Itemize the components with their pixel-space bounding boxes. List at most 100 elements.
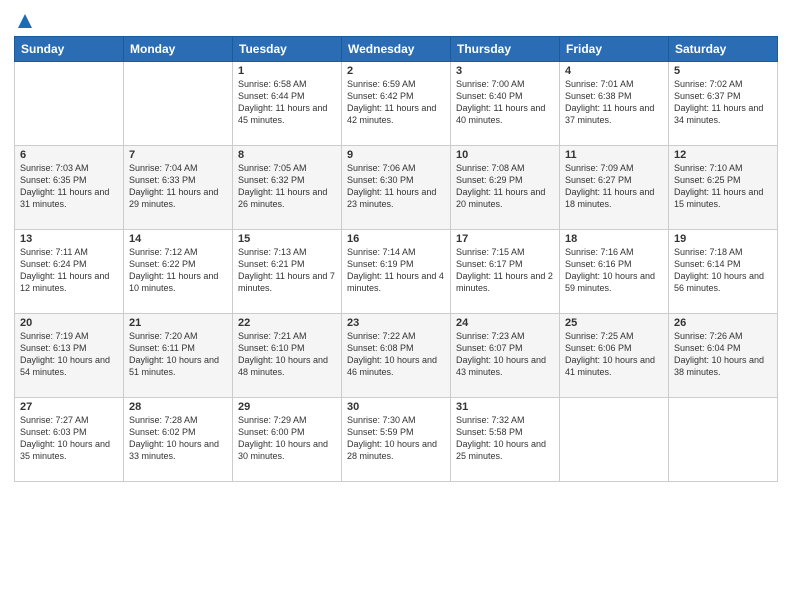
calendar-cell: 21Sunrise: 7:20 AM Sunset: 6:11 PM Dayli… bbox=[124, 314, 233, 398]
day-number: 3 bbox=[456, 65, 554, 77]
calendar-table: SundayMondayTuesdayWednesdayThursdayFrid… bbox=[14, 36, 778, 482]
calendar-cell: 13Sunrise: 7:11 AM Sunset: 6:24 PM Dayli… bbox=[15, 230, 124, 314]
day-info: Sunrise: 7:14 AM Sunset: 6:19 PM Dayligh… bbox=[347, 246, 445, 295]
calendar-cell: 29Sunrise: 7:29 AM Sunset: 6:00 PM Dayli… bbox=[233, 398, 342, 482]
day-info: Sunrise: 7:23 AM Sunset: 6:07 PM Dayligh… bbox=[456, 330, 554, 379]
calendar-cell bbox=[669, 398, 778, 482]
day-info: Sunrise: 7:12 AM Sunset: 6:22 PM Dayligh… bbox=[129, 246, 227, 295]
day-number: 24 bbox=[456, 317, 554, 329]
calendar-cell: 16Sunrise: 7:14 AM Sunset: 6:19 PM Dayli… bbox=[342, 230, 451, 314]
weekday-header-wednesday: Wednesday bbox=[342, 37, 451, 62]
day-info: Sunrise: 7:04 AM Sunset: 6:33 PM Dayligh… bbox=[129, 162, 227, 211]
calendar-cell: 22Sunrise: 7:21 AM Sunset: 6:10 PM Dayli… bbox=[233, 314, 342, 398]
calendar-cell: 12Sunrise: 7:10 AM Sunset: 6:25 PM Dayli… bbox=[669, 146, 778, 230]
calendar-cell bbox=[560, 398, 669, 482]
calendar-cell bbox=[15, 62, 124, 146]
day-info: Sunrise: 7:15 AM Sunset: 6:17 PM Dayligh… bbox=[456, 246, 554, 295]
calendar-cell: 27Sunrise: 7:27 AM Sunset: 6:03 PM Dayli… bbox=[15, 398, 124, 482]
day-number: 25 bbox=[565, 317, 663, 329]
weekday-header-thursday: Thursday bbox=[451, 37, 560, 62]
calendar-cell bbox=[124, 62, 233, 146]
weekday-header-sunday: Sunday bbox=[15, 37, 124, 62]
day-info: Sunrise: 7:30 AM Sunset: 5:59 PM Dayligh… bbox=[347, 414, 445, 463]
day-number: 8 bbox=[238, 149, 336, 161]
day-info: Sunrise: 6:59 AM Sunset: 6:42 PM Dayligh… bbox=[347, 78, 445, 127]
day-number: 22 bbox=[238, 317, 336, 329]
day-number: 11 bbox=[565, 149, 663, 161]
calendar-cell: 24Sunrise: 7:23 AM Sunset: 6:07 PM Dayli… bbox=[451, 314, 560, 398]
day-info: Sunrise: 7:26 AM Sunset: 6:04 PM Dayligh… bbox=[674, 330, 772, 379]
day-number: 2 bbox=[347, 65, 445, 77]
calendar-cell: 11Sunrise: 7:09 AM Sunset: 6:27 PM Dayli… bbox=[560, 146, 669, 230]
calendar-week-3: 13Sunrise: 7:11 AM Sunset: 6:24 PM Dayli… bbox=[15, 230, 778, 314]
calendar-cell: 31Sunrise: 7:32 AM Sunset: 5:58 PM Dayli… bbox=[451, 398, 560, 482]
day-info: Sunrise: 7:02 AM Sunset: 6:37 PM Dayligh… bbox=[674, 78, 772, 127]
calendar-cell: 26Sunrise: 7:26 AM Sunset: 6:04 PM Dayli… bbox=[669, 314, 778, 398]
calendar-week-4: 20Sunrise: 7:19 AM Sunset: 6:13 PM Dayli… bbox=[15, 314, 778, 398]
day-number: 29 bbox=[238, 401, 336, 413]
day-number: 1 bbox=[238, 65, 336, 77]
weekday-header-monday: Monday bbox=[124, 37, 233, 62]
calendar-cell: 28Sunrise: 7:28 AM Sunset: 6:02 PM Dayli… bbox=[124, 398, 233, 482]
day-number: 17 bbox=[456, 233, 554, 245]
calendar-week-2: 6Sunrise: 7:03 AM Sunset: 6:35 PM Daylig… bbox=[15, 146, 778, 230]
calendar-week-1: 1Sunrise: 6:58 AM Sunset: 6:44 PM Daylig… bbox=[15, 62, 778, 146]
day-info: Sunrise: 7:20 AM Sunset: 6:11 PM Dayligh… bbox=[129, 330, 227, 379]
day-info: Sunrise: 7:32 AM Sunset: 5:58 PM Dayligh… bbox=[456, 414, 554, 463]
day-info: Sunrise: 7:21 AM Sunset: 6:10 PM Dayligh… bbox=[238, 330, 336, 379]
day-info: Sunrise: 7:18 AM Sunset: 6:14 PM Dayligh… bbox=[674, 246, 772, 295]
day-info: Sunrise: 7:00 AM Sunset: 6:40 PM Dayligh… bbox=[456, 78, 554, 127]
day-info: Sunrise: 7:19 AM Sunset: 6:13 PM Dayligh… bbox=[20, 330, 118, 379]
weekday-header-tuesday: Tuesday bbox=[233, 37, 342, 62]
calendar-cell: 2Sunrise: 6:59 AM Sunset: 6:42 PM Daylig… bbox=[342, 62, 451, 146]
day-info: Sunrise: 7:05 AM Sunset: 6:32 PM Dayligh… bbox=[238, 162, 336, 211]
day-number: 30 bbox=[347, 401, 445, 413]
day-number: 20 bbox=[20, 317, 118, 329]
page-container: SundayMondayTuesdayWednesdayThursdayFrid… bbox=[0, 0, 792, 490]
day-number: 31 bbox=[456, 401, 554, 413]
day-number: 23 bbox=[347, 317, 445, 329]
calendar-cell: 4Sunrise: 7:01 AM Sunset: 6:38 PM Daylig… bbox=[560, 62, 669, 146]
calendar-cell: 20Sunrise: 7:19 AM Sunset: 6:13 PM Dayli… bbox=[15, 314, 124, 398]
calendar-cell: 1Sunrise: 6:58 AM Sunset: 6:44 PM Daylig… bbox=[233, 62, 342, 146]
day-info: Sunrise: 7:06 AM Sunset: 6:30 PM Dayligh… bbox=[347, 162, 445, 211]
day-number: 28 bbox=[129, 401, 227, 413]
day-info: Sunrise: 7:28 AM Sunset: 6:02 PM Dayligh… bbox=[129, 414, 227, 463]
calendar-cell: 25Sunrise: 7:25 AM Sunset: 6:06 PM Dayli… bbox=[560, 314, 669, 398]
day-number: 10 bbox=[456, 149, 554, 161]
day-number: 18 bbox=[565, 233, 663, 245]
logo-icon bbox=[16, 12, 34, 30]
day-info: Sunrise: 7:01 AM Sunset: 6:38 PM Dayligh… bbox=[565, 78, 663, 127]
day-number: 15 bbox=[238, 233, 336, 245]
day-info: Sunrise: 6:58 AM Sunset: 6:44 PM Dayligh… bbox=[238, 78, 336, 127]
day-info: Sunrise: 7:27 AM Sunset: 6:03 PM Dayligh… bbox=[20, 414, 118, 463]
weekday-header-friday: Friday bbox=[560, 37, 669, 62]
logo bbox=[14, 10, 34, 30]
day-info: Sunrise: 7:03 AM Sunset: 6:35 PM Dayligh… bbox=[20, 162, 118, 211]
day-info: Sunrise: 7:13 AM Sunset: 6:21 PM Dayligh… bbox=[238, 246, 336, 295]
calendar-cell: 9Sunrise: 7:06 AM Sunset: 6:30 PM Daylig… bbox=[342, 146, 451, 230]
calendar-cell: 17Sunrise: 7:15 AM Sunset: 6:17 PM Dayli… bbox=[451, 230, 560, 314]
weekday-header-saturday: Saturday bbox=[669, 37, 778, 62]
calendar-week-5: 27Sunrise: 7:27 AM Sunset: 6:03 PM Dayli… bbox=[15, 398, 778, 482]
day-number: 21 bbox=[129, 317, 227, 329]
calendar-cell: 15Sunrise: 7:13 AM Sunset: 6:21 PM Dayli… bbox=[233, 230, 342, 314]
day-number: 12 bbox=[674, 149, 772, 161]
calendar-cell: 19Sunrise: 7:18 AM Sunset: 6:14 PM Dayli… bbox=[669, 230, 778, 314]
day-info: Sunrise: 7:25 AM Sunset: 6:06 PM Dayligh… bbox=[565, 330, 663, 379]
day-number: 13 bbox=[20, 233, 118, 245]
calendar-cell: 30Sunrise: 7:30 AM Sunset: 5:59 PM Dayli… bbox=[342, 398, 451, 482]
day-number: 6 bbox=[20, 149, 118, 161]
day-number: 14 bbox=[129, 233, 227, 245]
day-number: 16 bbox=[347, 233, 445, 245]
calendar-cell: 7Sunrise: 7:04 AM Sunset: 6:33 PM Daylig… bbox=[124, 146, 233, 230]
weekday-header-row: SundayMondayTuesdayWednesdayThursdayFrid… bbox=[15, 37, 778, 62]
day-info: Sunrise: 7:29 AM Sunset: 6:00 PM Dayligh… bbox=[238, 414, 336, 463]
day-number: 4 bbox=[565, 65, 663, 77]
calendar-cell: 23Sunrise: 7:22 AM Sunset: 6:08 PM Dayli… bbox=[342, 314, 451, 398]
day-number: 27 bbox=[20, 401, 118, 413]
day-info: Sunrise: 7:22 AM Sunset: 6:08 PM Dayligh… bbox=[347, 330, 445, 379]
day-info: Sunrise: 7:16 AM Sunset: 6:16 PM Dayligh… bbox=[565, 246, 663, 295]
day-info: Sunrise: 7:08 AM Sunset: 6:29 PM Dayligh… bbox=[456, 162, 554, 211]
calendar-cell: 14Sunrise: 7:12 AM Sunset: 6:22 PM Dayli… bbox=[124, 230, 233, 314]
